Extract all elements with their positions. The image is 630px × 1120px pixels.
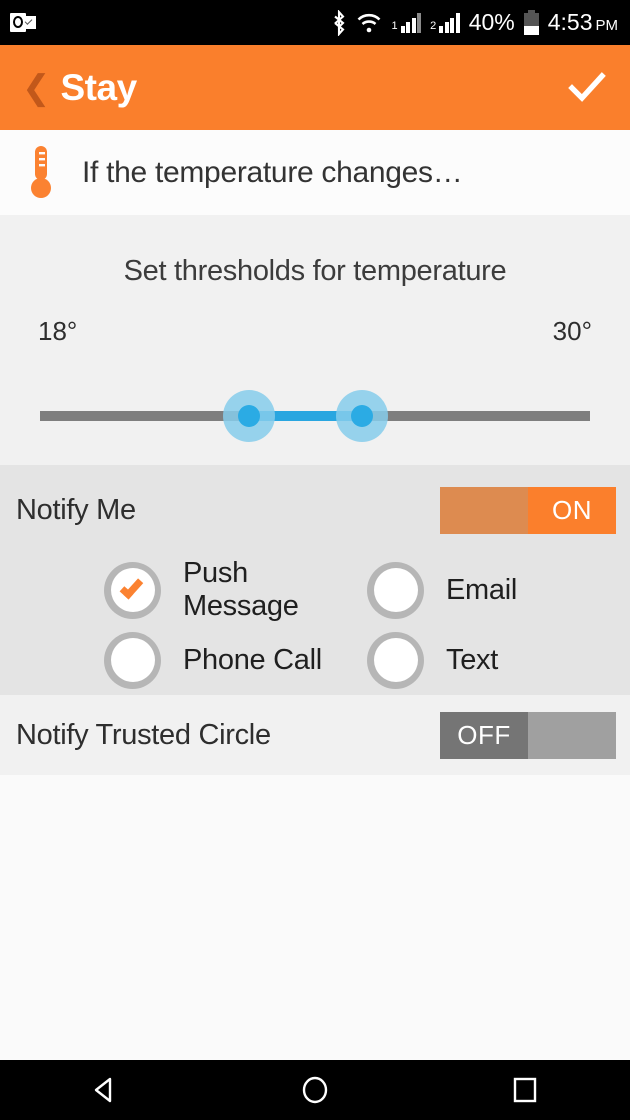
checkbox-text[interactable]	[367, 631, 424, 689]
check-icon[interactable]	[566, 67, 608, 109]
threshold-section: Set thresholds for temperature 18° 30°	[0, 215, 630, 465]
slider-handle-max-knob	[350, 405, 373, 427]
option-label: Text	[446, 643, 498, 676]
status-bar-left	[0, 12, 36, 34]
notify-me-section: Notify Me ON Push Message Email Phone Ca…	[0, 465, 630, 695]
clock: 4:53 PM	[548, 9, 618, 36]
notify-trusted-circle-label: Notify Trusted Circle	[16, 718, 271, 751]
sim1-signal-icon: 1	[391, 12, 422, 33]
sim2-signal-icon: 2	[430, 12, 460, 33]
checkbox-email[interactable]	[367, 561, 424, 619]
notify-trusted-circle-toggle-thumb: OFF	[440, 711, 528, 759]
trigger-row[interactable]: If the temperature changes…	[0, 130, 630, 215]
slider-handle-min-knob	[238, 405, 260, 427]
thermometer-icon	[26, 144, 56, 202]
nav-back-icon[interactable]	[0, 1060, 210, 1120]
option-label: Phone Call	[183, 643, 322, 676]
notify-me-toggle-state: ON	[552, 494, 592, 525]
trigger-label: If the temperature changes…	[82, 155, 463, 189]
notify-trusted-circle-toggle-track	[528, 712, 616, 759]
notify-options-row: Push Message Email	[104, 555, 630, 625]
nav-recents-icon[interactable]	[420, 1060, 630, 1120]
option-phone-call[interactable]: Phone Call	[104, 631, 367, 689]
option-email[interactable]: Email	[367, 561, 630, 619]
notify-options-row: Phone Call Text	[104, 625, 630, 695]
content-filler	[0, 775, 630, 1060]
notify-options: Push Message Email Phone Call Text	[0, 555, 630, 695]
system-nav-bar	[0, 1060, 630, 1120]
nav-home-icon[interactable]	[210, 1060, 420, 1120]
status-bar: 1 2 40% 4:53 PM	[0, 0, 630, 45]
option-text[interactable]: Text	[367, 631, 630, 689]
notify-me-toggle-thumb	[440, 486, 528, 534]
clock-time: 4:53	[547, 9, 593, 35]
page-title: Stay	[60, 66, 138, 108]
outlook-icon	[10, 12, 36, 34]
option-label: Push Message	[183, 557, 299, 622]
notify-me-toggle[interactable]: ON	[440, 486, 616, 534]
back-icon[interactable]: ❮	[22, 71, 51, 105]
sim1-label: 1	[391, 19, 398, 32]
phone-screen: 1 2 40% 4:53 PM ❮ Stay If the temperatur…	[0, 0, 630, 1120]
notify-trusted-circle-toggle[interactable]: OFF	[440, 711, 616, 759]
clock-ampm: PM	[595, 17, 619, 34]
wifi-icon	[356, 12, 382, 34]
app-bar: ❮ Stay	[0, 45, 630, 130]
checkbox-phone-call[interactable]	[104, 631, 161, 689]
notify-trusted-circle-row: Notify Trusted Circle OFF	[0, 695, 630, 775]
status-bar-right: 1 2 40% 4:53 PM	[331, 9, 630, 36]
threshold-min-value: 18°	[38, 316, 78, 346]
threshold-title: Set thresholds for temperature	[123, 255, 507, 287]
bluetooth-icon	[331, 9, 347, 36]
battery-icon	[523, 10, 539, 35]
notify-me-label: Notify Me	[16, 493, 136, 526]
temperature-range-slider[interactable]	[40, 383, 590, 443]
option-push-message[interactable]: Push Message	[104, 557, 367, 623]
checkbox-push-message[interactable]	[104, 561, 161, 619]
option-label: Email	[446, 573, 518, 606]
sim2-label: 2	[430, 19, 437, 32]
threshold-max-value: 30°	[552, 316, 592, 346]
notify-me-header: Notify Me ON	[0, 465, 630, 555]
notify-trusted-circle-toggle-state: OFF	[457, 719, 511, 750]
threshold-values: 18° 30°	[0, 288, 630, 347]
battery-percent: 40%	[468, 9, 515, 35]
check-icon	[119, 575, 143, 600]
